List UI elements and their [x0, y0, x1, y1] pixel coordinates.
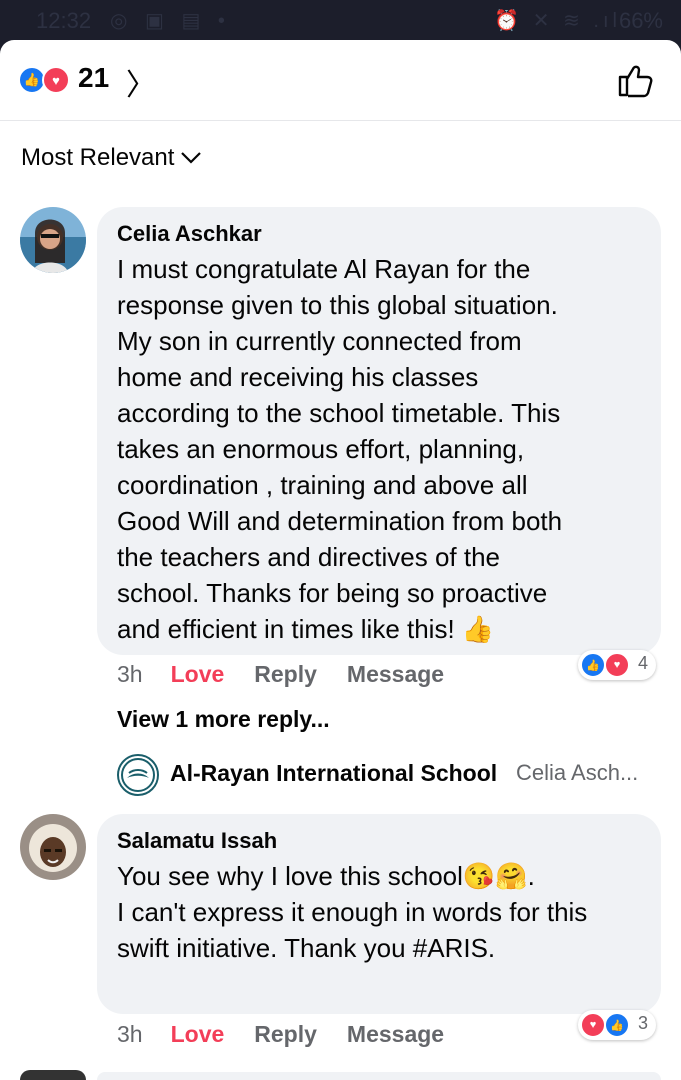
comment-bubble[interactable] — [97, 1072, 661, 1080]
reaction-icons: 👍 ♥ — [18, 66, 74, 94]
comment-reactions[interactable]: 👍 ♥ 4 — [578, 650, 656, 680]
comment-actions: 3h Love Reply Message — [117, 661, 474, 688]
signal-icons: ⏰ ✕ ≋ .ıl — [494, 10, 621, 32]
comment-reactions[interactable]: ♥ 👍 3 — [578, 1010, 656, 1040]
status-bar: 12:32 ◎ ▣ ▤ • ⏰ ✕ ≋ .ıl 66% — [0, 0, 681, 40]
like-icon: 👍 — [580, 652, 606, 678]
comment-bubble[interactable]: Salamatu Issah You see why I love this s… — [97, 814, 661, 1014]
comment-line: home and receiving his classes — [117, 362, 479, 392]
comment-reaction-count: 3 — [637, 1013, 648, 1033]
love-icon: ♥ — [42, 66, 70, 94]
comment-line: response given to this global situation. — [117, 290, 558, 320]
reply-author[interactable]: Al-Rayan International School — [170, 760, 497, 787]
comment-reaction-count: 4 — [637, 653, 648, 673]
comment-line: My son in currently connected from — [117, 326, 522, 356]
comment-line: I can't express it enough in words for t… — [117, 897, 588, 927]
comment-line: according to the school timetable. This — [117, 398, 561, 428]
comment-line: I must congratulate Al Rayan for the — [117, 254, 531, 284]
comment-line: the teachers and directives of the — [117, 542, 501, 572]
sort-label: Most Relevant — [21, 144, 175, 171]
love-icon: ♥ — [604, 652, 630, 678]
comment-line: Good Will and determination from both — [117, 506, 563, 536]
comment-line: You see why I love this school😘🤗. — [117, 861, 535, 891]
chevron-right-icon[interactable]: 〉 — [126, 60, 156, 104]
reply-button[interactable]: Reply — [254, 661, 317, 687]
comment-author[interactable]: Salamatu Issah — [117, 828, 277, 854]
view-more-replies-link[interactable]: View 1 more reply... — [117, 706, 330, 733]
avatar[interactable] — [20, 1070, 86, 1080]
comment-line: takes an enormous effort, planning, — [117, 434, 525, 464]
sort-dropdown[interactable]: Most Relevant — [21, 144, 202, 172]
status-time: 12:32 — [36, 8, 92, 33]
comment-time[interactable]: 3h — [117, 1021, 143, 1047]
comment-line: and efficient in times like this! 👍 — [117, 614, 495, 644]
notification-icons: ◎ ▣ ▤ • — [110, 10, 231, 32]
love-button[interactable]: Love — [171, 1021, 225, 1047]
message-button[interactable]: Message — [347, 1021, 444, 1047]
love-icon: ♥ — [580, 1012, 606, 1038]
like-icon: 👍 — [604, 1012, 630, 1038]
comment-line: coordination , training and above all — [117, 470, 528, 500]
comment-line: school. Thanks for being so proactive — [117, 578, 548, 608]
chevron-down-icon — [180, 144, 202, 172]
comment-text: You see why I love this school😘🤗. I can'… — [117, 858, 657, 966]
comment-time[interactable]: 3h — [117, 661, 143, 687]
comment-text: I must congratulate Al Rayan for the res… — [117, 251, 657, 647]
comment-line: swift initiative. Thank you #ARIS. — [117, 933, 496, 963]
love-button[interactable]: Love — [171, 661, 225, 687]
avatar[interactable] — [20, 814, 86, 880]
reaction-summary[interactable]: 👍 ♥ 21 〉 — [0, 40, 681, 121]
reply-button[interactable]: Reply — [254, 1021, 317, 1047]
comments-sheet: 👍 ♥ 21 〉 Most Relevant Celia Aschkar I m… — [0, 40, 681, 1080]
message-button[interactable]: Message — [347, 661, 444, 687]
reply-snippet: Celia Asch... — [516, 760, 639, 785]
avatar[interactable] — [20, 207, 86, 273]
battery-level: 66% — [618, 8, 663, 33]
thumbs-up-icon[interactable] — [615, 60, 655, 100]
reply-preview[interactable]: Al-Rayan International School Celia Asch… — [117, 752, 657, 796]
reaction-count: 21 — [78, 62, 110, 93]
comment-actions: 3h Love Reply Message — [117, 1021, 474, 1048]
comment-bubble[interactable]: Celia Aschkar I must congratulate Al Ray… — [97, 207, 661, 655]
comment-author[interactable]: Celia Aschkar — [117, 221, 262, 247]
school-logo-avatar[interactable] — [117, 754, 159, 796]
